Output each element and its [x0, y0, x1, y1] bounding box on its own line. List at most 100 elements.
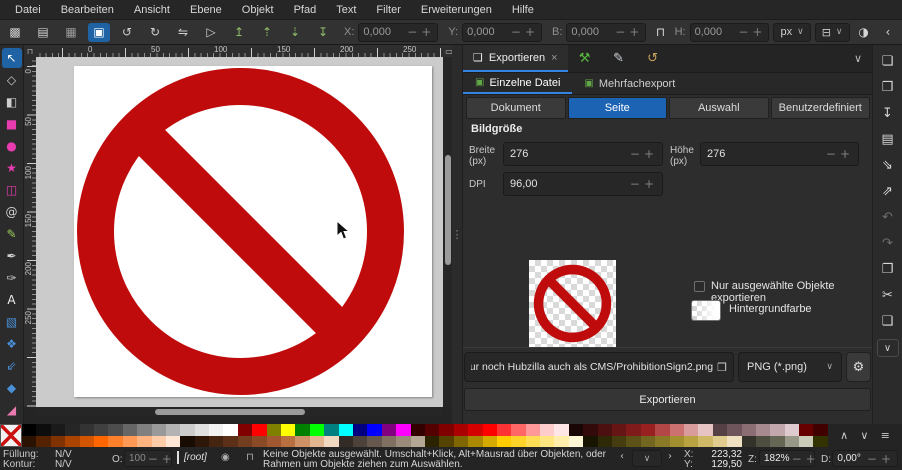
vertical-ruler[interactable]: 050100150200250: [24, 57, 36, 407]
palette-swatch[interactable]: [36, 436, 50, 448]
flip-horizontal-icon[interactable]: ⇋: [172, 23, 194, 42]
palette-swatch[interactable]: [655, 424, 669, 436]
palette-swatch[interactable]: [526, 436, 540, 448]
palette-swatch[interactable]: [295, 424, 309, 436]
palette-swatch[interactable]: [583, 424, 597, 436]
palette-swatch[interactable]: [267, 424, 281, 436]
palette-swatch[interactable]: [353, 424, 367, 436]
dialog-menu-caret[interactable]: ∨: [843, 45, 873, 72]
close-icon[interactable]: ×: [551, 52, 557, 64]
export-icon[interactable]: ⇗: [878, 183, 898, 199]
increment-icon[interactable]: +: [642, 147, 656, 161]
palette-swatch[interactable]: [195, 436, 209, 448]
menu-ebene[interactable]: Ebene: [181, 2, 231, 18]
export-button[interactable]: Exportieren: [464, 388, 871, 411]
menu-objekt[interactable]: Objekt: [233, 2, 283, 18]
palette-swatch[interactable]: [526, 424, 540, 436]
node-tool[interactable]: ◇: [2, 70, 22, 90]
palette-swatch[interactable]: [626, 424, 640, 436]
palette-swatch[interactable]: [540, 424, 554, 436]
palette-swatch[interactable]: [569, 436, 583, 448]
selection-box-toggle-icon[interactable]: ▣: [88, 23, 110, 42]
palette-swatch[interactable]: [94, 436, 108, 448]
palette-swatch[interactable]: [281, 436, 295, 448]
palette-swatch[interactable]: [36, 424, 50, 436]
palette-swatch[interactable]: [310, 436, 324, 448]
palette-swatch[interactable]: [483, 424, 497, 436]
unit-dropdown[interactable]: px ∨: [773, 23, 810, 42]
print-icon[interactable]: ▤: [878, 131, 898, 147]
palette-swatch[interactable]: [770, 424, 784, 436]
palette-swatch[interactable]: [123, 436, 137, 448]
palette-swatch[interactable]: [698, 424, 712, 436]
export-filename-input[interactable]: n halt nur noch Hubzilla auch als CMS/Pr…: [464, 352, 734, 382]
panel-resize-handle[interactable]: ⋮: [452, 45, 462, 424]
horizontal-scrollbar-track[interactable]: [36, 407, 443, 416]
horizontal-scrollbar[interactable]: [155, 409, 305, 415]
palette-swatch[interactable]: [785, 424, 799, 436]
palette-swatch[interactable]: [195, 424, 209, 436]
palette-swatch[interactable]: [108, 436, 122, 448]
rectangle-tool[interactable]: ■: [2, 114, 22, 134]
palette-swatch[interactable]: [137, 424, 151, 436]
paste-icon[interactable]: ❑: [878, 313, 898, 329]
increment-icon[interactable]: +: [838, 147, 852, 161]
palette-swatch[interactable]: [612, 424, 626, 436]
scale-options-dropdown[interactable]: ⊟ ∨: [815, 23, 850, 42]
menu-filter[interactable]: Filter: [367, 2, 409, 18]
palette-menu-icon[interactable]: ≡: [881, 429, 890, 442]
palette-swatch[interactable]: [223, 424, 237, 436]
select-same-icon[interactable]: ▤: [32, 23, 54, 42]
increment-icon[interactable]: +: [523, 25, 537, 39]
lower-icon[interactable]: ⇣: [284, 23, 306, 42]
deselect-icon[interactable]: ▦: [60, 23, 82, 42]
height-field[interactable]: 0,000 − +: [690, 23, 770, 42]
gradient-tool[interactable]: ▧: [2, 312, 22, 332]
save-icon[interactable]: ↧: [878, 105, 898, 121]
increment-icon[interactable]: +: [160, 452, 174, 466]
ruler-lock-icon[interactable]: ⊓: [24, 45, 36, 57]
open-document-icon[interactable]: ❒: [878, 79, 898, 95]
background-color-swatch[interactable]: [691, 300, 721, 321]
history-dialog-icon[interactable]: ↺: [636, 45, 670, 72]
snap-toggle-icon[interactable]: ◑: [854, 23, 874, 42]
decrement-icon[interactable]: −: [790, 452, 804, 466]
rotation-field[interactable]: 0,00° − +: [832, 450, 898, 467]
palette-swatch[interactable]: [454, 424, 468, 436]
decrement-icon[interactable]: −: [628, 147, 642, 161]
increment-icon[interactable]: +: [642, 177, 656, 191]
palette-swatch[interactable]: [742, 424, 756, 436]
palette-swatch[interactable]: [252, 424, 266, 436]
box-3d-tool[interactable]: ◫: [2, 180, 22, 200]
horizontal-ruler[interactable]: 0501001502002503: [36, 45, 443, 57]
palette-swatch[interactable]: [439, 436, 453, 448]
cut-icon[interactable]: ✂: [878, 287, 898, 303]
palette-swatch[interactable]: [367, 424, 381, 436]
palette-swatch[interactable]: [799, 424, 813, 436]
export-height-field[interactable]: 276 − +: [700, 142, 859, 166]
shape-builder-tool[interactable]: ◧: [2, 92, 22, 112]
palette-swatch[interactable]: [727, 424, 741, 436]
palette-swatch[interactable]: [295, 436, 309, 448]
palette-swatch[interactable]: [583, 436, 597, 448]
palette-swatch[interactable]: [152, 436, 166, 448]
palette-swatch[interactable]: [238, 424, 252, 436]
area-seite-button[interactable]: Seite: [568, 97, 668, 119]
copy-icon[interactable]: ❐: [878, 261, 898, 277]
palette-swatch[interactable]: [80, 424, 94, 436]
palette-swatch[interactable]: [756, 436, 770, 448]
palette-swatch[interactable]: [497, 424, 511, 436]
palette-swatch[interactable]: [770, 436, 784, 448]
palette-swatch[interactable]: [382, 436, 396, 448]
new-document-icon[interactable]: ❏: [878, 53, 898, 69]
palette-swatch[interactable]: [339, 436, 353, 448]
palette-swatch[interactable]: [612, 436, 626, 448]
palette-swatch[interactable]: [252, 436, 266, 448]
export-format-dropdown[interactable]: PNG (*.png) ∨: [738, 352, 842, 382]
raise-icon[interactable]: ⇡: [256, 23, 278, 42]
browse-folder-icon[interactable]: ❒: [717, 361, 727, 374]
palette-swatch[interactable]: [742, 436, 756, 448]
palette-scroll-up-icon[interactable]: ∧: [840, 429, 848, 442]
lower-to-bottom-icon[interactable]: ↧: [312, 23, 334, 42]
rotate-cw-icon[interactable]: ↻: [144, 23, 166, 42]
